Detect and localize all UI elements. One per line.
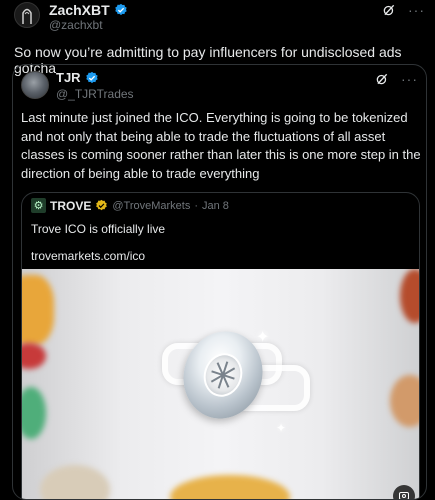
author-handle[interactable]: @zachxbt (49, 18, 103, 32)
crystal-token-emblem (198, 348, 248, 402)
nested-quoted-tweet[interactable]: ⚙ TROVE @TroveMarkets · Jan 8 Trove ICO … (21, 192, 420, 499)
quoted-tweet[interactable]: TJR @_TJRTrades ··· Last minute just joi… (12, 64, 427, 500)
quoted-author-handle[interactable]: @_TJRTrades (56, 87, 134, 101)
header-actions: ··· (382, 3, 425, 17)
gold-verified-badge-icon (96, 199, 108, 211)
nested-date[interactable]: Jan 8 (202, 200, 229, 212)
nested-author-name[interactable]: TROVE (50, 199, 91, 213)
blurred-object-bottom-left (40, 465, 110, 499)
quoted-name-row: TJR (56, 70, 99, 85)
more-options-icon[interactable]: ··· (408, 3, 425, 17)
quoted-tweet-text: Last minute just joined the ICO. Everyth… (21, 110, 421, 181)
blurred-object-left-top (22, 275, 54, 345)
image-tools-icon (399, 492, 409, 499)
avatar-figure-icon (22, 8, 32, 24)
grok-icon[interactable] (375, 72, 389, 86)
quoted-author-avatar[interactable] (21, 71, 49, 99)
media-action-button[interactable] (393, 485, 415, 499)
nested-tweet-text: Trove ICO is officially live (31, 222, 166, 236)
blurred-object-left-mid (22, 343, 46, 369)
sparkle-icon: ✦ (256, 329, 270, 346)
nested-link[interactable]: trovemarkets.com/ico (31, 249, 145, 263)
blurred-object-right-mid (390, 375, 419, 427)
dot-separator: · (194, 199, 199, 212)
sparkle-icon: ✦ (276, 421, 287, 435)
author-name[interactable]: ZachXBT (49, 2, 110, 18)
trove-logo-icon: ⚙ (31, 198, 46, 213)
verified-badge-icon (85, 71, 98, 83)
nested-header: ⚙ TROVE @TroveMarkets · Jan 8 (31, 198, 229, 213)
quoted-author-name[interactable]: TJR (56, 70, 81, 85)
blurred-object-left-bottom (22, 387, 46, 439)
blurred-object-bottom-center (170, 475, 290, 499)
more-options-icon[interactable]: ··· (401, 72, 418, 86)
nested-author-handle[interactable]: @TroveMarkets (112, 200, 190, 212)
author-name-row: ZachXBT (49, 2, 128, 18)
verified-badge-icon (114, 3, 127, 16)
trove-emblem-icon (210, 361, 236, 389)
quoted-actions: ··· (375, 72, 418, 86)
grok-icon[interactable] (382, 3, 396, 17)
blurred-object-right-top (400, 269, 419, 323)
tweet-header: ZachXBT @zachxbt ··· (0, 0, 435, 36)
author-avatar[interactable] (14, 2, 40, 28)
media-image[interactable]: ✦ ✦ (22, 269, 419, 499)
